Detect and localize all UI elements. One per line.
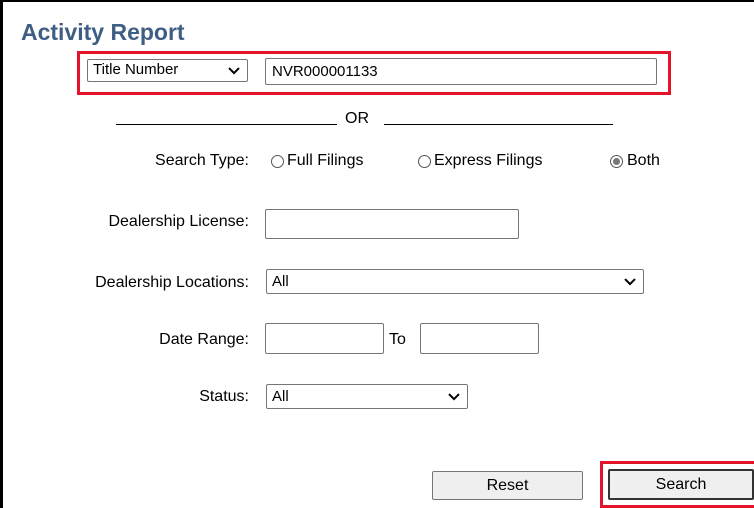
dealership-locations-select[interactable]: All — [266, 269, 644, 294]
status-label: Status: — [199, 388, 249, 405]
date-to-label: To — [389, 331, 406, 348]
radio-both[interactable] — [610, 155, 623, 168]
radio-express-filings-label: Express Filings — [434, 152, 543, 169]
status-select[interactable]: All — [266, 384, 468, 409]
dealership-license-input[interactable] — [265, 209, 519, 239]
status-value: All — [272, 388, 289, 405]
or-divider-left — [116, 124, 337, 125]
search-type-label: Search Type: — [155, 152, 249, 169]
dealership-locations-value: All — [272, 273, 289, 290]
radio-full-filings-label: Full Filings — [287, 152, 364, 169]
radio-express-filings[interactable] — [418, 155, 431, 168]
date-to-input[interactable] — [420, 323, 539, 354]
page-title: Activity Report — [21, 19, 185, 45]
chevron-down-icon — [448, 392, 460, 401]
top-border — [0, 0, 754, 2]
dealership-license-label: Dealership License: — [108, 213, 249, 230]
date-range-label: Date Range: — [159, 331, 249, 348]
date-from-input[interactable] — [265, 323, 384, 354]
or-divider-right — [384, 124, 613, 125]
search-value-text: NVR000001133 — [272, 63, 378, 80]
left-border — [0, 0, 3, 508]
search-field-select[interactable]: Title Number — [87, 59, 248, 82]
chevron-down-icon — [228, 66, 240, 75]
or-label: OR — [345, 110, 369, 127]
dealership-locations-label: Dealership Locations: — [95, 274, 249, 291]
search-field-select-value: Title Number — [93, 61, 179, 78]
search-button[interactable]: Search — [608, 469, 754, 500]
chevron-down-icon — [624, 277, 636, 286]
radio-both-label: Both — [627, 152, 660, 169]
radio-full-filings[interactable] — [271, 155, 284, 168]
search-value-input[interactable]: NVR000001133 — [265, 58, 657, 85]
reset-button[interactable]: Reset — [432, 471, 583, 500]
